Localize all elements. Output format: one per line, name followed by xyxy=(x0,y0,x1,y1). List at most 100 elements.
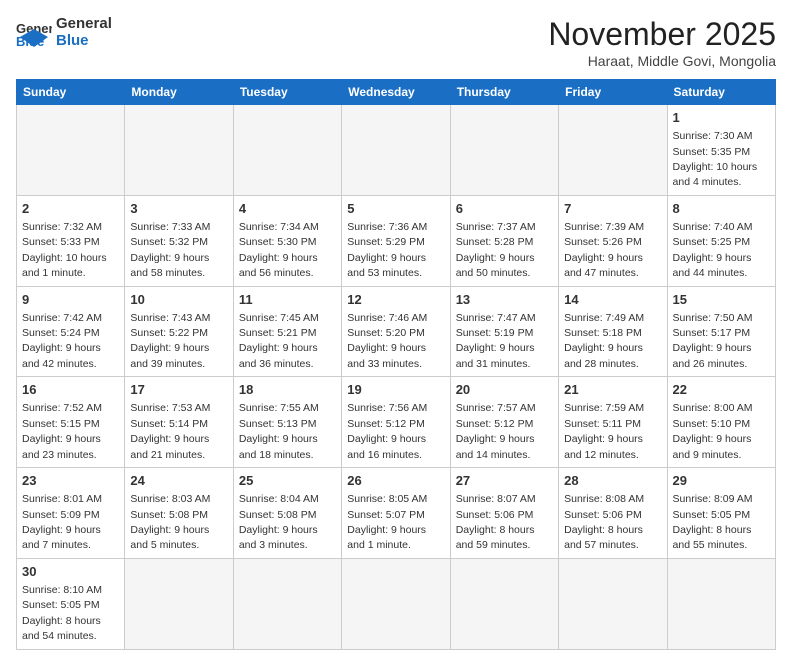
day-number: 11 xyxy=(239,291,336,309)
title-block: November 2025 Haraat, Middle Govi, Mongo… xyxy=(548,16,776,69)
day-cell: 5 Sunrise: 7:36 AM Sunset: 5:29 PM Daylig… xyxy=(342,195,450,286)
day-number: 1 xyxy=(673,109,770,127)
day-number: 28 xyxy=(564,472,661,490)
week-row-6: 30Sunrise: 8:10 AM Sunset: 5:05 PM Dayli… xyxy=(17,558,776,649)
weekday-header-tuesday: Tuesday xyxy=(233,80,341,105)
day-info: Sunrise: 7:45 AM Sunset: 5:21 PM Dayligh… xyxy=(239,312,319,370)
weekday-header-sunday: Sunday xyxy=(17,80,125,105)
day-cell: 21 Sunrise: 7:59 AM Sunset: 5:11 PM Dayli… xyxy=(559,377,667,468)
day-cell: 23Sunrise: 8:01 AM Sunset: 5:09 PM Dayli… xyxy=(17,468,125,559)
day-number: 4 xyxy=(239,200,336,218)
day-info: Sunrise: 8:03 AM Sunset: 5:08 PM Dayligh… xyxy=(130,493,210,551)
day-info: Sunrise: 8:05 AM Sunset: 5:07 PM Dayligh… xyxy=(347,493,427,551)
day-info: Sunrise: 7:49 AM Sunset: 5:18 PM Dayligh… xyxy=(564,312,644,370)
day-cell: 22Sunrise: 8:00 AM Sunset: 5:10 PM Dayli… xyxy=(667,377,775,468)
month-title: November 2025 xyxy=(548,16,776,53)
day-info: Sunrise: 7:32 AM Sunset: 5:33 PM Dayligh… xyxy=(22,221,107,279)
day-info: Sunrise: 7:33 AM Sunset: 5:32 PM Dayligh… xyxy=(130,221,210,279)
day-info: Sunrise: 7:57 AM Sunset: 5:12 PM Dayligh… xyxy=(456,402,536,460)
day-info: Sunrise: 7:52 AM Sunset: 5:15 PM Dayligh… xyxy=(22,402,102,460)
day-number: 27 xyxy=(456,472,553,490)
header: General Blue General Blue November 2025 … xyxy=(16,16,776,69)
day-info: Sunrise: 7:40 AM Sunset: 5:25 PM Dayligh… xyxy=(673,221,753,279)
day-cell: 12 Sunrise: 7:46 AM Sunset: 5:20 PM Dayli… xyxy=(342,286,450,377)
weekday-header-row: SundayMondayTuesdayWednesdayThursdayFrid… xyxy=(17,80,776,105)
day-number: 18 xyxy=(239,381,336,399)
day-info: Sunrise: 7:56 AM Sunset: 5:12 PM Dayligh… xyxy=(347,402,427,460)
day-number: 2 xyxy=(22,200,119,218)
location-title: Haraat, Middle Govi, Mongolia xyxy=(548,53,776,69)
day-cell: 1 Sunrise: 7:30 AM Sunset: 5:35 PM Daylig… xyxy=(667,105,775,196)
day-number: 7 xyxy=(564,200,661,218)
weekday-header-friday: Friday xyxy=(559,80,667,105)
day-number: 12 xyxy=(347,291,444,309)
day-cell: 29Sunrise: 8:09 AM Sunset: 5:05 PM Dayli… xyxy=(667,468,775,559)
day-cell: 4Sunrise: 7:34 AM Sunset: 5:30 PM Daylig… xyxy=(233,195,341,286)
day-cell: 24 Sunrise: 8:03 AM Sunset: 5:08 PM Dayli… xyxy=(125,468,233,559)
day-number: 19 xyxy=(347,381,444,399)
day-cell: 17 Sunrise: 7:53 AM Sunset: 5:14 PM Dayli… xyxy=(125,377,233,468)
day-number: 5 xyxy=(347,200,444,218)
day-info: Sunrise: 7:39 AM Sunset: 5:26 PM Dayligh… xyxy=(564,221,644,279)
day-cell: 13Sunrise: 7:47 AM Sunset: 5:19 PM Dayli… xyxy=(450,286,558,377)
day-cell: 30Sunrise: 8:10 AM Sunset: 5:05 PM Dayli… xyxy=(17,558,125,649)
day-cell xyxy=(233,105,341,196)
day-number: 16 xyxy=(22,381,119,399)
day-cell xyxy=(450,558,558,649)
day-cell xyxy=(342,105,450,196)
day-cell: 15Sunrise: 7:50 AM Sunset: 5:17 PM Dayli… xyxy=(667,286,775,377)
day-cell: 11 Sunrise: 7:45 AM Sunset: 5:21 PM Dayli… xyxy=(233,286,341,377)
day-number: 6 xyxy=(456,200,553,218)
day-cell: 27Sunrise: 8:07 AM Sunset: 5:06 PM Dayli… xyxy=(450,468,558,559)
weekday-header-wednesday: Wednesday xyxy=(342,80,450,105)
day-number: 14 xyxy=(564,291,661,309)
day-number: 15 xyxy=(673,291,770,309)
day-number: 30 xyxy=(22,563,119,581)
week-row-2: 2 Sunrise: 7:32 AM Sunset: 5:33 PM Daylig… xyxy=(17,195,776,286)
week-row-1: 1 Sunrise: 7:30 AM Sunset: 5:35 PM Daylig… xyxy=(17,105,776,196)
day-info: Sunrise: 7:37 AM Sunset: 5:28 PM Dayligh… xyxy=(456,221,536,279)
day-cell xyxy=(125,105,233,196)
day-number: 17 xyxy=(130,381,227,399)
week-row-4: 16 Sunrise: 7:52 AM Sunset: 5:15 PM Dayli… xyxy=(17,377,776,468)
day-cell: 7 Sunrise: 7:39 AM Sunset: 5:26 PM Daylig… xyxy=(559,195,667,286)
day-info: Sunrise: 7:46 AM Sunset: 5:20 PM Dayligh… xyxy=(347,312,427,370)
day-info: Sunrise: 7:30 AM Sunset: 5:35 PM Dayligh… xyxy=(673,130,758,188)
day-cell: 20 Sunrise: 7:57 AM Sunset: 5:12 PM Dayli… xyxy=(450,377,558,468)
day-cell: 25 Sunrise: 8:04 AM Sunset: 5:08 PM Dayli… xyxy=(233,468,341,559)
weekday-header-saturday: Saturday xyxy=(667,80,775,105)
day-info: Sunrise: 7:59 AM Sunset: 5:11 PM Dayligh… xyxy=(564,402,644,460)
logo-general-text: General xyxy=(56,16,112,33)
day-cell: 8 Sunrise: 7:40 AM Sunset: 5:25 PM Daylig… xyxy=(667,195,775,286)
day-cell: 10Sunrise: 7:43 AM Sunset: 5:22 PM Dayli… xyxy=(125,286,233,377)
day-number: 20 xyxy=(456,381,553,399)
day-info: Sunrise: 8:04 AM Sunset: 5:08 PM Dayligh… xyxy=(239,493,319,551)
day-cell: 28Sunrise: 8:08 AM Sunset: 5:06 PM Dayli… xyxy=(559,468,667,559)
day-cell: 16 Sunrise: 7:52 AM Sunset: 5:15 PM Dayli… xyxy=(17,377,125,468)
day-number: 8 xyxy=(673,200,770,218)
day-info: Sunrise: 7:36 AM Sunset: 5:29 PM Dayligh… xyxy=(347,221,427,279)
logo-blue-text: Blue xyxy=(56,33,112,50)
day-cell xyxy=(17,105,125,196)
day-number: 13 xyxy=(456,291,553,309)
day-number: 21 xyxy=(564,381,661,399)
day-number: 25 xyxy=(239,472,336,490)
day-cell: 3 Sunrise: 7:33 AM Sunset: 5:32 PM Daylig… xyxy=(125,195,233,286)
day-cell xyxy=(667,558,775,649)
weekday-header-thursday: Thursday xyxy=(450,80,558,105)
day-cell: 19 Sunrise: 7:56 AM Sunset: 5:12 PM Dayli… xyxy=(342,377,450,468)
day-cell xyxy=(559,105,667,196)
day-number: 10 xyxy=(130,291,227,309)
day-cell: 6 Sunrise: 7:37 AM Sunset: 5:28 PM Daylig… xyxy=(450,195,558,286)
calendar-table: SundayMondayTuesdayWednesdayThursdayFrid… xyxy=(16,79,776,650)
day-number: 24 xyxy=(130,472,227,490)
day-number: 3 xyxy=(130,200,227,218)
day-info: Sunrise: 8:00 AM Sunset: 5:10 PM Dayligh… xyxy=(673,402,753,460)
day-cell xyxy=(233,558,341,649)
day-info: Sunrise: 7:55 AM Sunset: 5:13 PM Dayligh… xyxy=(239,402,319,460)
day-info: Sunrise: 7:53 AM Sunset: 5:14 PM Dayligh… xyxy=(130,402,210,460)
svg-text:Blue: Blue xyxy=(16,34,44,47)
logo-icon: General Blue xyxy=(16,19,52,47)
day-number: 29 xyxy=(673,472,770,490)
weekday-header-monday: Monday xyxy=(125,80,233,105)
